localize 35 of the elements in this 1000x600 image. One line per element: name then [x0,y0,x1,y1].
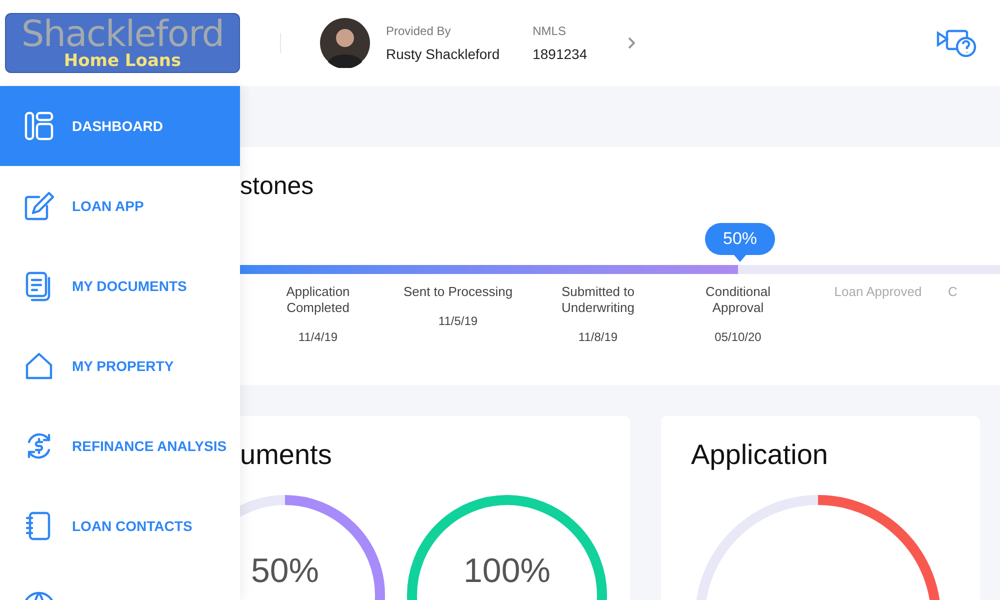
video-help-icon[interactable] [936,27,978,59]
milestone-label: Sent to Processing [403,284,513,300]
provided-by-label: Provided By [386,22,452,40]
milestone-label: Application Completed [285,284,351,316]
nmls-number: 1891234 [532,44,588,64]
logo[interactable]: Shackleford Home Loans [5,13,240,73]
logo-title: Shackleford [21,16,224,52]
milestone-label: Loan Approved [833,284,923,300]
sidebar-item[interactable]: MY PROPERTY [0,326,240,406]
chevron-right-icon[interactable] [627,37,636,49]
milestone-date: 11/5/19 [438,313,478,330]
edit-icon [23,190,55,222]
sidebar-item[interactable]: DASHBOARD [0,86,240,166]
progress-bubble: 50% [705,223,775,255]
dashboard-icon [23,110,55,142]
sidebar-item[interactable]: LOAN CONTACTS [0,486,240,566]
card-title: stones [240,171,315,201]
milestone-date: 11/8/19 [578,329,618,346]
milestone-label: Conditional Approval [704,284,772,316]
home-icon [23,350,55,382]
provider-name: Rusty Shackleford [386,44,500,64]
avatar [320,18,370,68]
milestone-label: Submitted to Underwriting [560,284,636,316]
card-title: uments [240,439,333,471]
milestone-date: 11/4/19 [298,329,338,346]
ring-percentage: 50% [250,551,320,592]
sidebar-item[interactable]: LOAN APP [0,166,240,246]
nmls-label: NMLS [532,22,567,40]
sidebar-item[interactable]: MY DOCUMENTS [0,246,240,326]
ring-percentage: 100% [462,551,552,592]
milestone-label: C [948,284,958,300]
sidebar-item[interactable]: REFINANCE ANALYSIS [0,406,240,486]
milestone-date: 05/10/20 [714,329,762,346]
card-title: Application [691,439,829,471]
logo-subtitle: Home Loans [64,52,182,70]
